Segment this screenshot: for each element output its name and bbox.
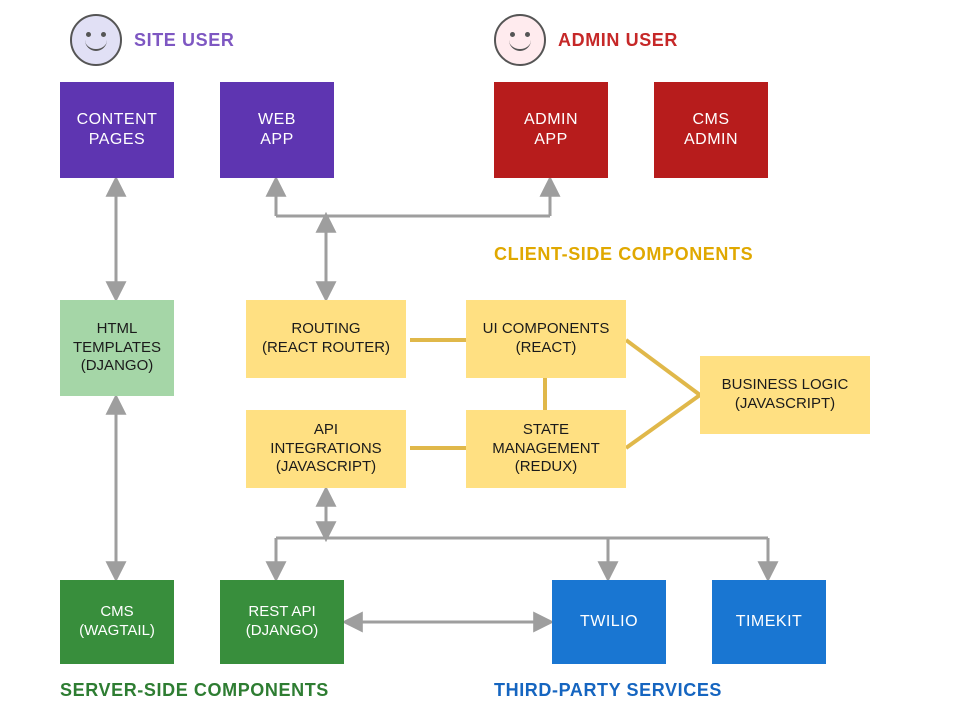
box-routing: ROUTING (REACT ROUTER) (246, 300, 406, 378)
architecture-diagram: SITE USER ADMIN USER CONTENT PAGES WEB A… (0, 0, 960, 720)
box-twilio: TWILIO (552, 580, 666, 664)
box-state-mgmt: STATE MANAGEMENT (REDUX) (466, 410, 626, 488)
admin-user-icon (494, 14, 546, 66)
box-timekit: TIMEKIT (712, 580, 826, 664)
box-rest-api: REST API (DJANGO) (220, 580, 344, 664)
site-user-label: SITE USER (134, 30, 234, 51)
box-cms-admin: CMS ADMIN (654, 82, 768, 178)
box-ui-components: UI COMPONENTS (REACT) (466, 300, 626, 378)
section-client-label: CLIENT-SIDE COMPONENTS (494, 244, 753, 265)
box-admin-app: ADMIN APP (494, 82, 608, 178)
box-business-logic: BUSINESS LOGIC (JAVASCRIPT) (700, 356, 870, 434)
section-thirdparty-label: THIRD-PARTY SERVICES (494, 680, 722, 701)
box-cms: CMS (WAGTAIL) (60, 580, 174, 664)
site-user-icon (70, 14, 122, 66)
box-content-pages: CONTENT PAGES (60, 82, 174, 178)
box-api-integrations: API INTEGRATIONS (JAVASCRIPT) (246, 410, 406, 488)
box-web-app: WEB APP (220, 82, 334, 178)
section-server-label: SERVER-SIDE COMPONENTS (60, 680, 329, 701)
box-html-templates: HTML TEMPLATES (DJANGO) (60, 300, 174, 396)
admin-user-label: ADMIN USER (558, 30, 678, 51)
